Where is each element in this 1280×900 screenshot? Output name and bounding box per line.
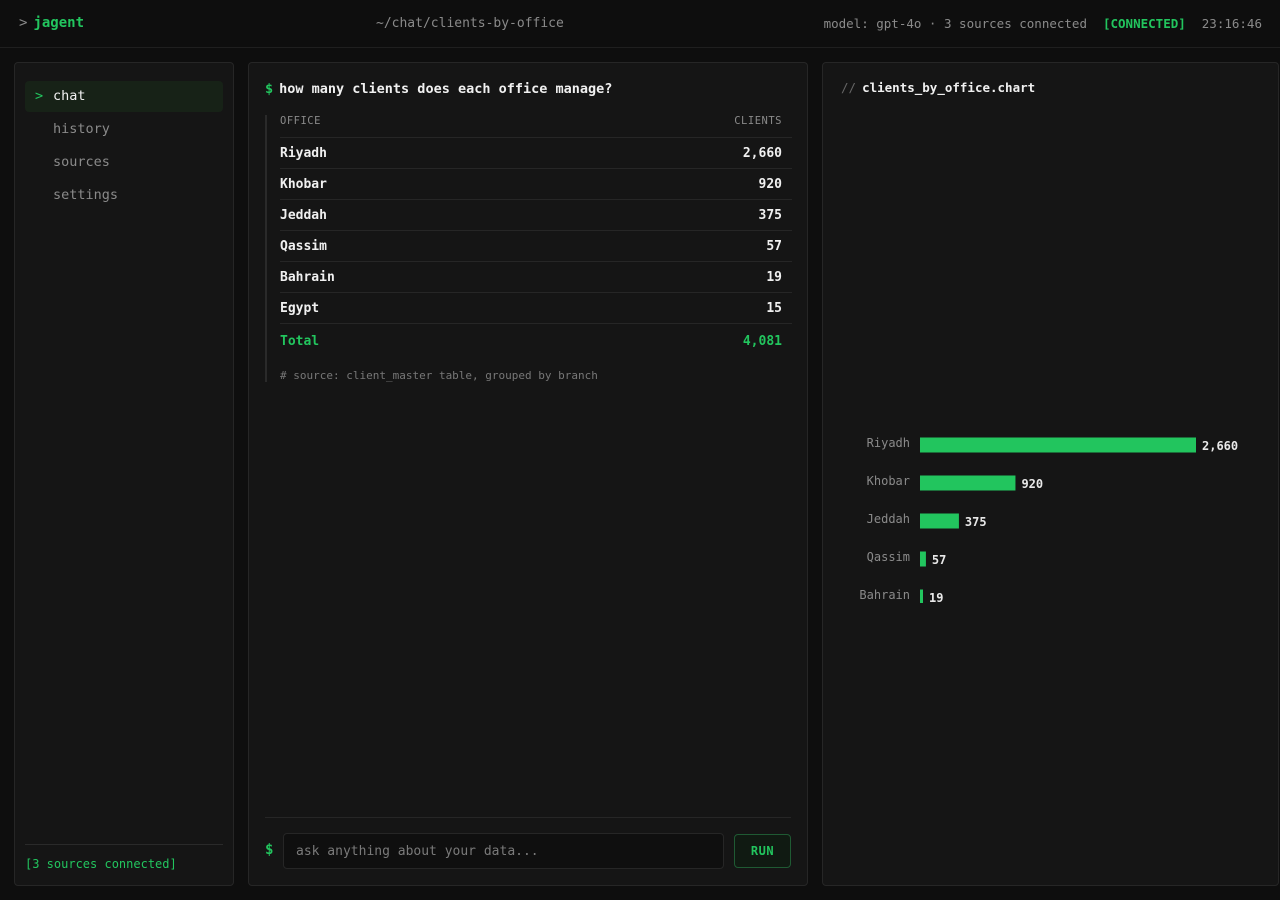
total-row: Total 4,081 <box>280 323 792 359</box>
app-name: jagent <box>33 15 85 31</box>
value-label: 2,660 <box>1202 439 1238 453</box>
sidebar-item-label: history <box>53 121 110 137</box>
office-cell: Khobar <box>280 176 327 192</box>
bar-qassim[interactable] <box>920 551 926 567</box>
category-label: Khobar <box>867 474 910 488</box>
table-row: Riyadh 2,660 <box>280 137 792 168</box>
sources-status: [3 sources connected] <box>25 844 223 871</box>
bar-jeddah[interactable] <box>920 513 959 529</box>
status-area: model: gpt-4o · 3 sources connected [CON… <box>824 16 1262 31</box>
value-label: 920 <box>1021 477 1043 491</box>
office-cell: Qassim <box>280 238 327 254</box>
clients-cell: 15 <box>766 300 782 316</box>
sidebar-item-label: chat <box>53 88 86 104</box>
chart-file-name: clients_by_office.chart <box>862 80 1036 95</box>
clients-cell: 2,660 <box>742 145 782 161</box>
sidebar-item-chat[interactable]: > chat <box>25 81 223 112</box>
category-label: Riyadh <box>867 436 910 450</box>
query-bar: $ RUN <box>265 817 791 869</box>
connection-status-badge: [CONNECTED] <box>1102 16 1186 31</box>
table-row: Bahrain 19 <box>280 261 792 292</box>
bar-khobar[interactable] <box>920 475 1016 491</box>
office-cell: Riyadh <box>280 145 327 161</box>
dollar-prompt-icon: $ <box>265 81 274 97</box>
total-label: Total <box>280 334 320 349</box>
question-text: how many clients does each office manage… <box>279 81 613 97</box>
value-label: 57 <box>932 553 946 567</box>
bar-riyadh[interactable] <box>920 437 1196 453</box>
office-cell: Egypt <box>280 300 320 316</box>
office-cell: Jeddah <box>280 207 327 223</box>
model-info: model: gpt-4o · 3 sources connected <box>823 16 1087 31</box>
clients-cell: 57 <box>766 238 782 254</box>
sidebar: > chat history sources settings [3 sourc… <box>14 62 234 886</box>
top-bar: > jagent ~/chat/clients-by-office model: … <box>0 0 1280 48</box>
app-logo[interactable]: > jagent <box>19 15 84 31</box>
table-row: Qassim 57 <box>280 230 792 261</box>
query-input[interactable] <box>283 833 724 869</box>
result-table: OFFICE CLIENTS Riyadh 2,660 Khobar 920 Jed… <box>265 115 792 382</box>
chart-file-title: // clients_by_office.chart <box>841 80 1035 95</box>
sidebar-item-settings[interactable]: settings <box>25 180 223 211</box>
sidebar-item-label: sources <box>53 154 110 170</box>
table-row: Khobar 920 <box>280 168 792 199</box>
office-cell: Bahrain <box>280 269 335 285</box>
table-row: Jeddah 375 <box>280 199 792 230</box>
clients-cell: 920 <box>758 176 782 192</box>
category-label: Jeddah <box>867 512 910 526</box>
prompt-symbol: > <box>19 15 28 31</box>
dollar-prompt-icon: $ <box>265 842 274 858</box>
active-caret-icon: > <box>35 88 44 104</box>
current-path: ~/chat/clients-by-office <box>376 16 564 31</box>
sidebar-item-label: settings <box>53 187 119 203</box>
comment-prefix: // <box>841 80 857 95</box>
column-header-office: OFFICE <box>280 115 321 127</box>
source-note: # source: client_master table, grouped b… <box>280 369 598 382</box>
column-header-clients: CLIENTS <box>734 115 782 127</box>
sidebar-item-history[interactable]: history <box>25 114 223 145</box>
clients-bar-chart: Riyadh 2,660 Khobar 920 Jeddah 375 Qassim 57 Bah… <box>859 436 1238 604</box>
chart-panel: // clients_by_office.chart Riyadh 2,660 Kho… <box>822 62 1279 886</box>
table-row: Egypt 15 <box>280 292 792 323</box>
category-label: Bahrain <box>859 588 910 602</box>
clients-cell: 19 <box>766 269 782 285</box>
clock: 23:16:46 <box>1201 16 1262 31</box>
category-label: Qassim <box>867 550 910 564</box>
user-question: $ how many clients does each office manag… <box>265 81 612 97</box>
run-button[interactable]: RUN <box>734 834 791 868</box>
value-label: 375 <box>965 515 987 529</box>
value-label: 19 <box>929 591 943 603</box>
bar-bahrain[interactable] <box>920 589 923 604</box>
table-header: OFFICE CLIENTS <box>280 115 782 137</box>
clients-cell: 375 <box>758 207 782 223</box>
chat-panel: $ how many clients does each office manag… <box>248 62 808 886</box>
total-value: 4,081 <box>742 334 782 349</box>
sidebar-item-sources[interactable]: sources <box>25 147 223 178</box>
